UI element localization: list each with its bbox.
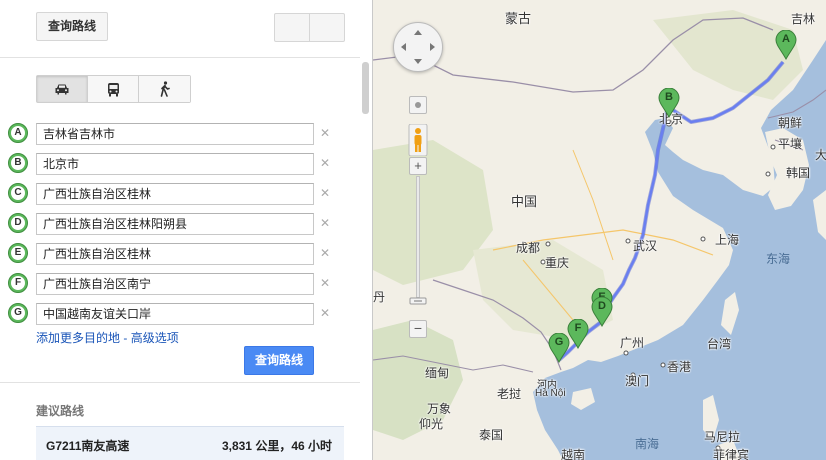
- add-destination-link[interactable]: 添加更多目的地: [36, 331, 120, 345]
- waypoint-input[interactable]: 中国越南友谊关口岸: [36, 303, 314, 325]
- map-label: 广州: [620, 336, 645, 350]
- toolbar-right-button[interactable]: [310, 14, 344, 41]
- waypoint-links: 添加更多目的地 - 高级选项: [36, 329, 179, 346]
- pan-control-icon[interactable]: [393, 22, 443, 72]
- advanced-options-link[interactable]: 高级选项: [131, 331, 179, 345]
- map-label: 韩国: [786, 166, 811, 180]
- map-label: 吉林: [791, 12, 816, 26]
- waypoint-input[interactable]: 北京市: [36, 153, 314, 175]
- waypoint-marker-icon: B: [8, 153, 28, 173]
- waypoint-marker-icon: F: [8, 273, 28, 293]
- pegman-icon[interactable]: [408, 123, 428, 157]
- route-marker-g-icon[interactable]: G: [548, 332, 570, 364]
- map-label: 重庆: [545, 256, 570, 270]
- map-label: 台湾: [707, 337, 732, 351]
- route-marker-d-icon[interactable]: D: [591, 296, 613, 328]
- app-window: 查询路线 A 吉林省吉林市 ✕ B 北京市 ✕ C 广西壮族自治区桂林 ✕ D …: [0, 0, 826, 460]
- map-label: 香港: [667, 360, 692, 374]
- mode-driving-button[interactable]: [37, 76, 88, 102]
- waypoint-row: F 广西壮族自治区南宁 ✕: [8, 273, 338, 297]
- map-label: 武汉: [633, 239, 658, 253]
- zoom-out-icon[interactable]: −: [409, 320, 427, 338]
- waypoint-input[interactable]: 广西壮族自治区桂林: [36, 183, 314, 205]
- zoom-slider-track[interactable]: [416, 176, 420, 298]
- waypoint-marker-icon: C: [8, 183, 28, 203]
- remove-waypoint-close-icon[interactable]: ✕: [320, 306, 330, 320]
- suggested-routes-title: 建议路线: [36, 404, 85, 418]
- waypoint-row: E 广西壮族自治区桂林 ✕: [8, 243, 338, 267]
- map-label: 澳门: [625, 374, 650, 388]
- directions-panel: 查询路线 A 吉林省吉林市 ✕ B 北京市 ✕ C 广西壮族自治区桂林 ✕ D …: [0, 0, 373, 460]
- car-icon: [55, 84, 69, 95]
- waypoint-input[interactable]: 吉林省吉林市: [36, 123, 314, 145]
- waypoint-marker-icon: A: [8, 123, 28, 143]
- button-group: [274, 13, 345, 42]
- walk-icon: [160, 81, 170, 97]
- route-name: G7211南友高速: [46, 439, 130, 453]
- mode-walking-button[interactable]: [139, 76, 190, 102]
- route-marker-a-icon[interactable]: A: [775, 29, 797, 61]
- map-canvas[interactable]: 蒙古 北京 朝鲜 平壤 吉林 韩国 中国 成都 重庆 武汉 上海 东海 广州 香…: [373, 0, 826, 460]
- map-label: 菲律宾: [713, 448, 750, 460]
- map-label: 平壤: [778, 137, 803, 151]
- waypoint-row: G 中国越南友谊关口岸 ✕: [8, 303, 338, 327]
- divider: [0, 382, 360, 383]
- map-label: 仰光: [419, 417, 444, 431]
- waypoint-marker-icon: D: [8, 213, 28, 233]
- waypoint-marker-icon: G: [8, 303, 28, 323]
- map-label: 中国: [511, 194, 538, 209]
- map-label: 大: [815, 148, 826, 162]
- waypoint-row: A 吉林省吉林市 ✕: [8, 123, 338, 147]
- route-marker-b-icon[interactable]: B: [658, 87, 680, 119]
- waypoint-marker-icon: E: [8, 243, 28, 263]
- waypoint-input[interactable]: 广西壮族自治区桂林: [36, 243, 314, 265]
- waypoint-input[interactable]: 广西壮族自治区南宁: [36, 273, 314, 295]
- zoom-in-icon[interactable]: +: [409, 157, 427, 175]
- map-label: 上海: [715, 233, 740, 247]
- map-label: 泰国: [479, 428, 504, 442]
- panel-scrollbar[interactable]: [362, 62, 369, 114]
- map-label: 马尼拉: [704, 430, 741, 444]
- map-label: 丹: [373, 290, 386, 304]
- link-separator: -: [120, 331, 131, 345]
- map-label: 缅甸: [425, 366, 450, 380]
- remove-waypoint-close-icon[interactable]: ✕: [320, 246, 330, 260]
- map-label: 南海: [635, 437, 660, 451]
- waypoint-input[interactable]: 广西壮族自治区桂林阳朔县: [36, 213, 314, 235]
- map-label: 朝鲜: [778, 116, 803, 130]
- zoom-slider-handle[interactable]: [409, 294, 427, 305]
- route-marker-f-icon[interactable]: F: [567, 318, 589, 350]
- remove-waypoint-close-icon[interactable]: ✕: [320, 216, 330, 230]
- remove-waypoint-close-icon[interactable]: ✕: [320, 156, 330, 170]
- map-label: Hà Nội: [535, 388, 566, 399]
- map-label: 越南: [561, 448, 586, 460]
- map-label: 老挝: [497, 387, 522, 401]
- bus-icon: [107, 82, 119, 96]
- search-route-button[interactable]: 查询路线: [244, 346, 314, 375]
- map-label: 蒙古: [505, 11, 532, 26]
- remove-waypoint-close-icon[interactable]: ✕: [320, 276, 330, 290]
- view-control-button[interactable]: [409, 96, 427, 114]
- top-toolbar: 查询路线: [0, 0, 360, 58]
- waypoint-row: C 广西壮族自治区桂林 ✕: [8, 183, 338, 207]
- travel-mode-selector: [36, 75, 191, 103]
- waypoint-row: B 北京市 ✕: [8, 153, 338, 177]
- route-distance-time: 3,831 公里，46 小时: [221, 439, 332, 453]
- suggested-route-item[interactable]: G7211南友高速 3,831 公里，46 小时: [36, 426, 344, 460]
- map-label: 东海: [766, 252, 791, 266]
- map-label: 成都: [516, 241, 541, 255]
- remove-waypoint-close-icon[interactable]: ✕: [320, 186, 330, 200]
- waypoint-row: D 广西壮族自治区桂林阳朔县 ✕: [8, 213, 338, 237]
- toolbar-left-button[interactable]: [275, 14, 310, 41]
- remove-waypoint-close-icon[interactable]: ✕: [320, 126, 330, 140]
- query-route-button[interactable]: 查询路线: [36, 12, 108, 41]
- mode-transit-button[interactable]: [88, 76, 139, 102]
